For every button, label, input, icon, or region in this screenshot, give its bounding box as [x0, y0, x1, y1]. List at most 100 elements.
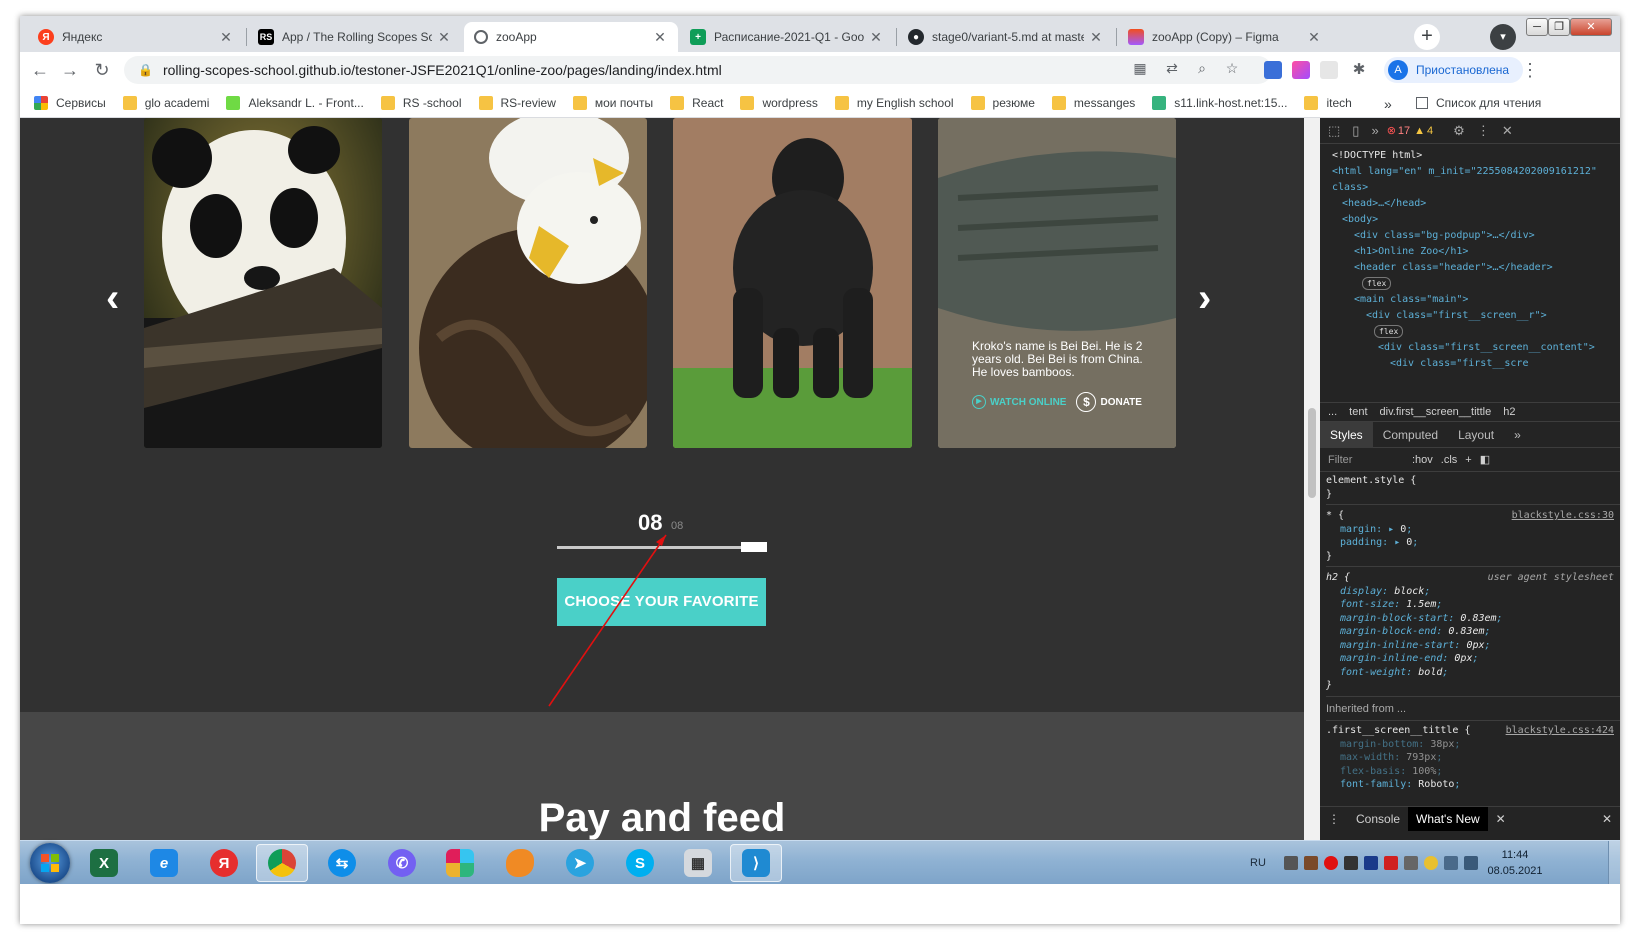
- dom-line[interactable]: <main class="main">: [1332, 292, 1620, 308]
- css-property[interactable]: font-size: 1.5em;: [1326, 598, 1620, 612]
- close-icon[interactable]: ✕: [1088, 29, 1104, 46]
- menu-kebab-icon[interactable]: ⋮: [1518, 58, 1542, 82]
- extension-color-icon[interactable]: [1292, 61, 1310, 79]
- bookmark-item[interactable]: messanges: [1051, 95, 1135, 110]
- drawer-menu-icon[interactable]: ⋮: [1320, 807, 1348, 831]
- css-property[interactable]: max-width: 793px;: [1326, 751, 1620, 765]
- dom-line[interactable]: <div class="bg-podpup">…</div>: [1332, 228, 1620, 244]
- internet-explorer-icon[interactable]: e: [138, 844, 190, 882]
- teamviewer-icon[interactable]: ⇆: [316, 844, 368, 882]
- show-desktop-button[interactable]: [1608, 841, 1620, 885]
- profile-button[interactable]: A Приостановлена: [1384, 57, 1524, 83]
- tab-computed[interactable]: Computed: [1373, 422, 1448, 448]
- css-property[interactable]: margin-block-start: 0.83em;: [1326, 612, 1620, 626]
- bookmark-item[interactable]: Aleksandr L. - Front...: [226, 95, 364, 110]
- close-icon[interactable]: ✕: [436, 29, 452, 46]
- skype-icon[interactable]: S: [614, 844, 666, 882]
- bookmark-item[interactable]: glo academi: [122, 95, 209, 110]
- css-property[interactable]: font-family: Roboto;: [1326, 778, 1620, 792]
- bookmark-star-icon[interactable]: ☆: [1222, 60, 1242, 80]
- telegram-icon[interactable]: ➤: [554, 844, 606, 882]
- maximize-button[interactable]: ❐: [1548, 18, 1570, 36]
- close-icon[interactable]: ✕: [1306, 29, 1322, 46]
- rule-source-link[interactable]: blackstyle.css:424: [1506, 724, 1614, 738]
- tray-icon[interactable]: [1283, 856, 1298, 870]
- css-property[interactable]: flex-basis: 100%;: [1326, 765, 1620, 779]
- bookmark-services[interactable]: Сервисы: [34, 95, 106, 110]
- error-count[interactable]: 17: [1398, 125, 1410, 137]
- close-icon[interactable]: ✕: [652, 29, 668, 46]
- breadcrumb-item[interactable]: h2: [1503, 406, 1515, 418]
- minimize-button[interactable]: ─: [1526, 18, 1548, 36]
- more-subtabs[interactable]: »: [1504, 422, 1531, 448]
- tab-whats-new[interactable]: What's New: [1408, 806, 1488, 831]
- bookmark-item[interactable]: RS -school: [380, 95, 462, 110]
- cls-toggle[interactable]: .cls: [1441, 454, 1458, 466]
- tray-icon[interactable]: [1343, 856, 1358, 870]
- flex-badge[interactable]: flex: [1362, 277, 1392, 290]
- eagle-card[interactable]: [409, 118, 647, 448]
- settings-gear-icon[interactable]: ⚙: [1453, 123, 1465, 139]
- devtools-menu-icon[interactable]: ⋮: [1477, 123, 1490, 139]
- donate-link[interactable]: DONATE: [1100, 397, 1141, 408]
- dom-line[interactable]: <div class="first__screen__content">: [1332, 340, 1620, 356]
- dom-line[interactable]: <head>…</head>: [1332, 196, 1620, 212]
- tab-figma[interactable]: zooApp (Copy) – Figma ✕: [1118, 22, 1332, 52]
- dom-line[interactable]: <div class="first__scre: [1332, 356, 1620, 372]
- close-icon[interactable]: ✕: [868, 29, 884, 46]
- breadcrumb-item[interactable]: tent: [1349, 406, 1367, 418]
- reading-list-button[interactable]: Список для чтения: [1416, 96, 1541, 110]
- volume-icon[interactable]: [1443, 856, 1458, 870]
- styles-pane[interactable]: element.style { } blackstyle.css:30 * { m…: [1320, 472, 1620, 824]
- css-property[interactable]: margin: ▸ 0;: [1326, 523, 1620, 537]
- clock[interactable]: 11:44 08.05.2021: [1480, 847, 1550, 879]
- tab-styles[interactable]: Styles: [1320, 421, 1373, 448]
- slider-thumb[interactable]: [741, 542, 767, 552]
- bookmark-item[interactable]: мои почты: [572, 95, 653, 110]
- dom-line[interactable]: <!DOCTYPE html>: [1332, 148, 1620, 164]
- tray-icon[interactable]: [1363, 856, 1378, 870]
- bookmark-item[interactable]: my English school: [834, 95, 954, 110]
- excel-icon[interactable]: X: [78, 844, 130, 882]
- bookmark-item[interactable]: React: [670, 95, 723, 110]
- tray-icon[interactable]: [1423, 856, 1438, 870]
- tray-icon[interactable]: [1303, 856, 1318, 870]
- more-tabs-icon[interactable]: »: [1371, 123, 1378, 138]
- tray-icon[interactable]: [1383, 856, 1398, 870]
- device-toggle-icon[interactable]: ▯: [1352, 123, 1359, 139]
- translate-icon[interactable]: ⇄: [1162, 60, 1182, 80]
- close-drawer-icon[interactable]: ✕: [1594, 807, 1620, 831]
- flex-badge[interactable]: flex: [1374, 325, 1404, 338]
- rule-source-link[interactable]: blackstyle.css:30: [1512, 509, 1614, 523]
- tab-console[interactable]: Console: [1348, 807, 1408, 831]
- start-button[interactable]: [30, 843, 70, 883]
- network-icon[interactable]: [1463, 856, 1478, 870]
- forward-icon[interactable]: →: [58, 58, 82, 82]
- tab-zooapp[interactable]: zooApp ✕: [464, 22, 678, 52]
- bookmark-item[interactable]: RS-review: [478, 95, 556, 110]
- dom-tree[interactable]: <!DOCTYPE html> <html lang="en" m_init="…: [1320, 144, 1620, 402]
- goldfish-icon[interactable]: [494, 844, 546, 882]
- tab-github[interactable]: ● stage0/variant-5.md at master ✕: [898, 22, 1114, 52]
- back-icon[interactable]: ←: [28, 58, 52, 82]
- slack-icon[interactable]: [434, 844, 486, 882]
- watch-online-link[interactable]: WATCH ONLINE: [990, 397, 1066, 408]
- crocodile-card[interactable]: Kroko's name is Bei Bei. He is 2 years o…: [938, 118, 1176, 448]
- css-property[interactable]: margin-block-end: 0.83em;: [1326, 625, 1620, 639]
- close-icon[interactable]: ✕: [1488, 807, 1514, 831]
- bookmark-item[interactable]: itech: [1304, 95, 1352, 110]
- dom-line[interactable]: <body>: [1332, 212, 1620, 228]
- viber-icon[interactable]: ✆: [376, 844, 428, 882]
- dom-line[interactable]: <h1>Online Zoo</h1>: [1332, 244, 1620, 260]
- window-close-button[interactable]: ✕: [1570, 18, 1612, 36]
- carousel-prev-arrow[interactable]: ‹: [106, 276, 119, 321]
- address-bar[interactable]: 🔒 rolling-scopes-school.github.io/teston…: [124, 56, 1272, 84]
- bookmark-item[interactable]: wordpress: [740, 95, 818, 110]
- css-property[interactable]: margin-inline-start: 0px;: [1326, 639, 1620, 653]
- css-property[interactable]: font-weight: bold;: [1326, 666, 1620, 680]
- gorilla-card[interactable]: [673, 118, 912, 448]
- extensions-puzzle-icon[interactable]: ✱: [1350, 61, 1368, 79]
- tab-rolling-scopes[interactable]: RS App / The Rolling Scopes Scho ✕: [248, 22, 462, 52]
- qr-code-icon[interactable]: ▦: [1130, 60, 1150, 80]
- carousel-next-arrow[interactable]: ›: [1198, 276, 1211, 321]
